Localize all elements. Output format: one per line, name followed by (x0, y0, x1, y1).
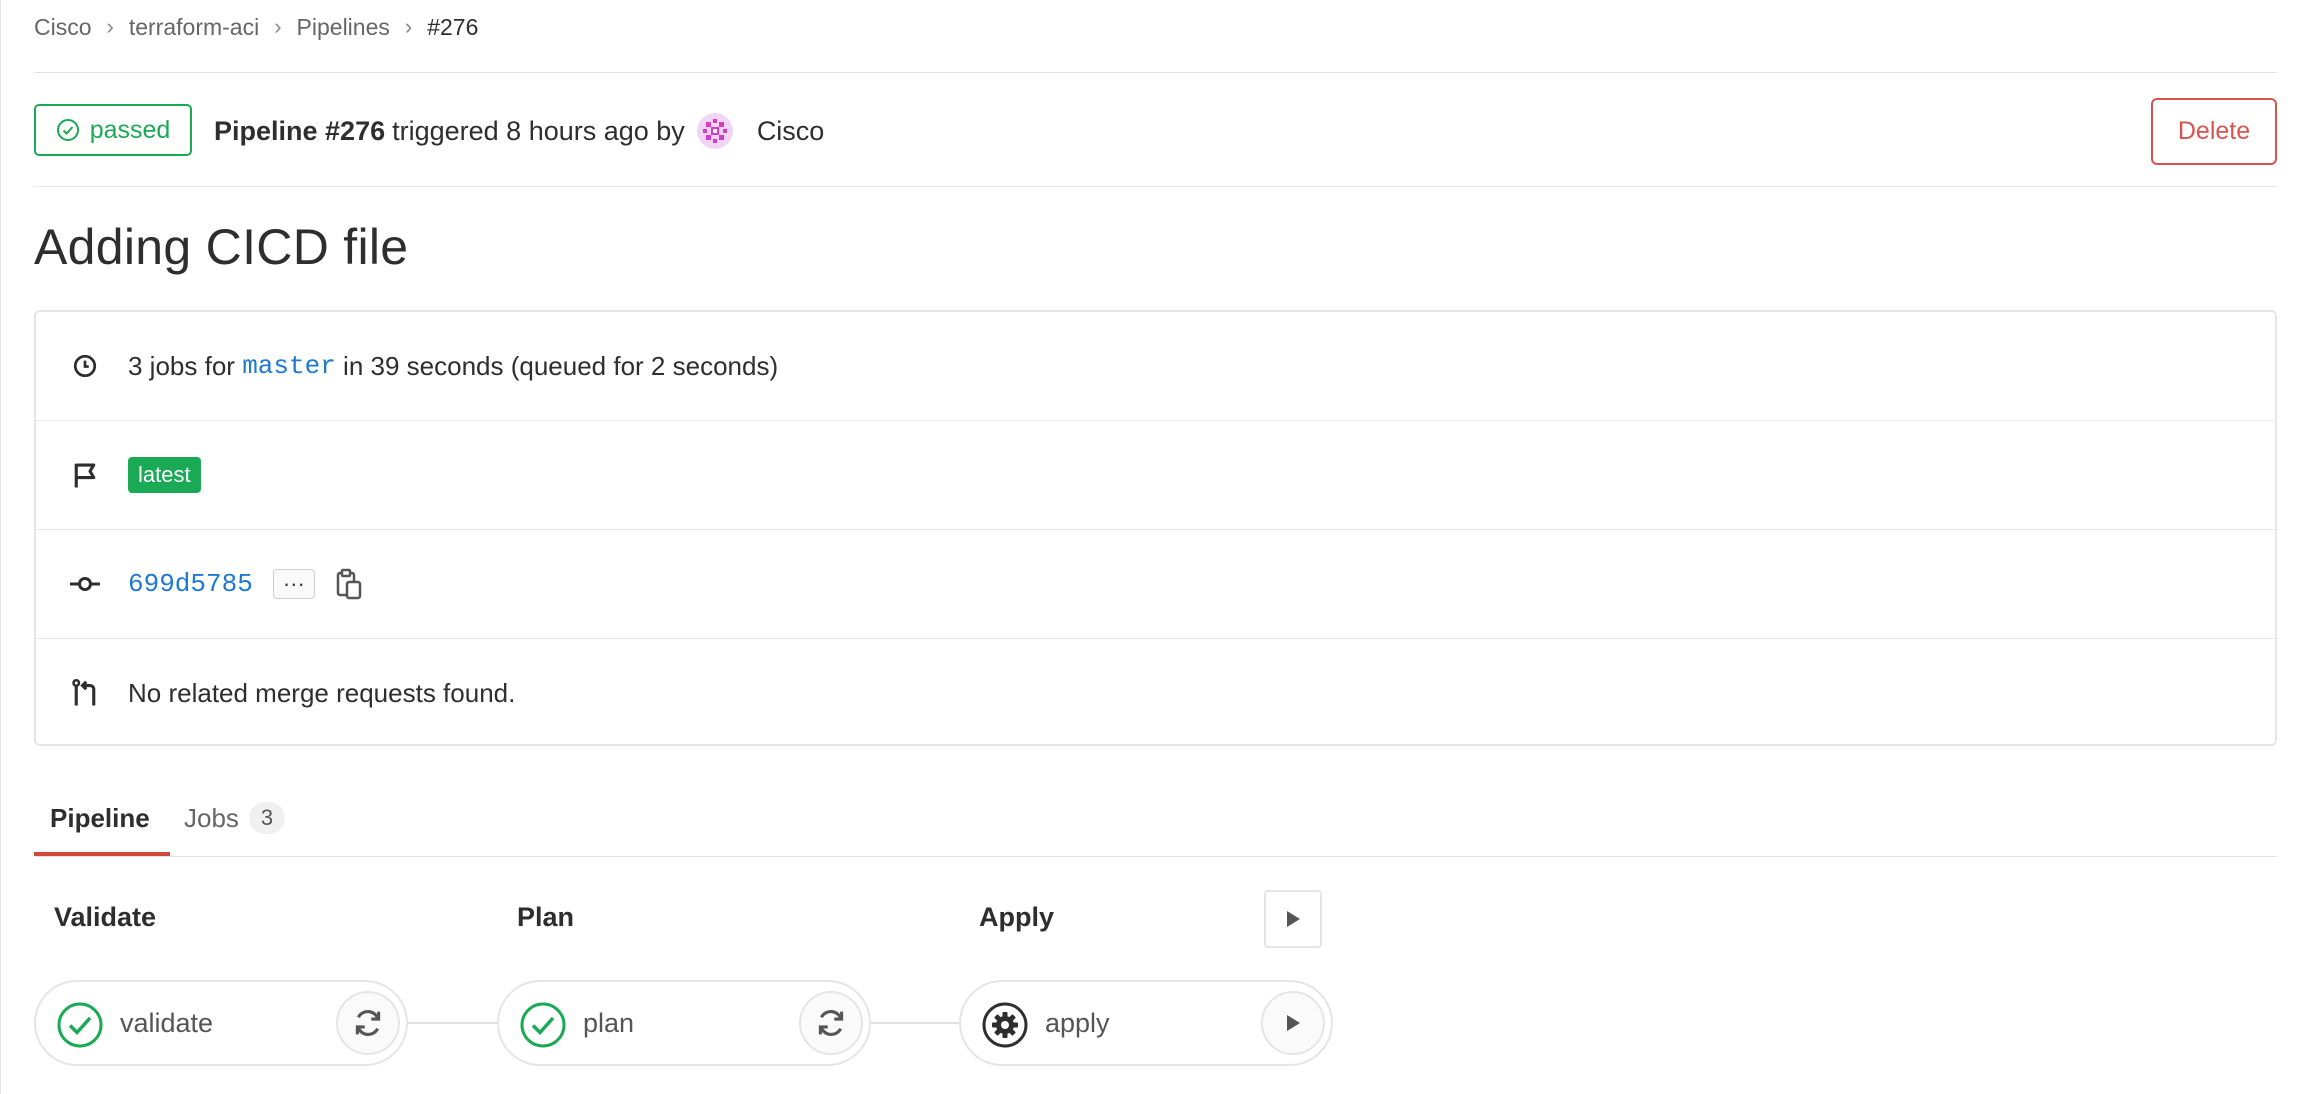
triggered-text: triggered 8 hours ago by (392, 115, 685, 146)
play-icon (1287, 911, 1300, 927)
job-plan[interactable]: plan (497, 980, 871, 1066)
chevron-right-icon: › (274, 14, 282, 39)
job-name: plan (583, 1007, 635, 1038)
page-title: Adding CICD file (34, 219, 409, 275)
divider (34, 186, 2277, 187)
ellipsis-icon: ··· (282, 571, 305, 596)
breadcrumb-item-pipelines[interactable]: Pipelines (297, 14, 390, 41)
retry-icon (355, 1009, 381, 1037)
tab-pipeline[interactable]: Pipeline (50, 780, 150, 856)
status-badge[interactable]: passed (34, 104, 192, 156)
duration-text: in 39 seconds (queued for 2 seconds) (343, 350, 779, 381)
check-circle-icon (57, 1002, 103, 1048)
tab-jobs[interactable]: Jobs 3 (184, 780, 286, 856)
retry-button[interactable] (799, 991, 863, 1055)
left-border (0, 0, 1, 1094)
breadcrumb-current[interactable]: #276 (427, 14, 478, 41)
check-circle-icon (56, 119, 79, 141)
avatar[interactable] (696, 113, 733, 149)
pipeline-info-card: 3 jobs for master in 39 seconds (queued … (34, 310, 2277, 746)
job-validate[interactable]: validate (34, 980, 408, 1066)
job-name: apply (1045, 1007, 1110, 1038)
merge-requests-row: No related merge requests found. (36, 639, 2275, 747)
commit-icon (68, 567, 102, 601)
job-apply[interactable]: apply (959, 980, 1333, 1066)
stage-connector (408, 1022, 498, 1024)
flag-icon (68, 458, 102, 492)
stage-title-apply: Apply (979, 902, 1055, 932)
delete-button[interactable]: Delete (2151, 98, 2277, 165)
check-circle-icon (520, 1002, 566, 1048)
branch-link[interactable]: master (242, 351, 336, 381)
merge-request-icon (68, 676, 102, 710)
clock-icon (68, 349, 102, 383)
gear-icon (982, 1002, 1028, 1048)
breadcrumb-item-group[interactable]: Cisco (34, 14, 92, 41)
clipboard-icon (336, 568, 362, 600)
retry-button[interactable] (336, 991, 400, 1055)
stage-title-plan: Plan (517, 902, 575, 932)
chevron-right-icon: › (404, 14, 413, 39)
stage-title-validate: Validate (54, 902, 157, 932)
commit-row: 699d5785 ··· (36, 530, 2275, 638)
pipeline-header: Pipeline #276 triggered 8 hours ago by C… (214, 110, 824, 152)
tab-jobs-label: Jobs (184, 802, 239, 833)
copy-sha-button[interactable] (333, 566, 365, 602)
status-label: passed (89, 115, 171, 144)
play-button[interactable] (1261, 991, 1325, 1055)
play-icon (1287, 1015, 1300, 1031)
expand-commit-message-button[interactable]: ··· (272, 569, 315, 599)
divider (34, 856, 2277, 857)
jobs-summary-row: 3 jobs for master in 39 seconds (queued … (36, 312, 2275, 420)
job-name: validate (120, 1007, 214, 1038)
chevron-right-icon: › (106, 14, 114, 39)
jobs-count-badge: 3 (248, 802, 286, 834)
latest-badge: latest (128, 457, 201, 493)
stage-connector (870, 1022, 960, 1024)
pipeline-id: Pipeline #276 (214, 115, 386, 146)
breadcrumb-item-project[interactable]: terraform-aci (129, 14, 259, 41)
merge-requests-text: No related merge requests found. (128, 677, 516, 708)
play-all-manual-button[interactable] (1264, 890, 1322, 948)
commit-sha-link[interactable]: 699d5785 (128, 569, 253, 599)
user-link[interactable]: Cisco (757, 116, 825, 147)
breadcrumb: Cisco › terraform-aci › Pipelines › #276 (34, 12, 478, 42)
tags-row: latest (36, 421, 2275, 529)
jobs-count-text: 3 jobs for (128, 350, 235, 381)
retry-icon (818, 1009, 844, 1037)
divider (34, 72, 2277, 73)
